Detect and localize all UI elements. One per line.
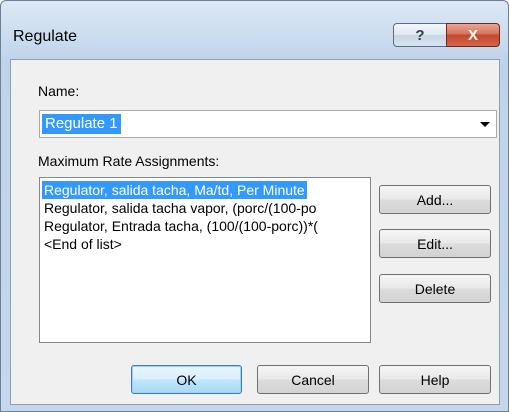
name-combobox[interactable]: Regulate 1 <box>39 110 497 138</box>
title-help-button[interactable]: ? <box>393 23 447 47</box>
list-item[interactable]: Regulator, salida tacha vapor, (porc/(10… <box>42 199 318 217</box>
name-label: Name: <box>38 83 80 99</box>
assignments-listbox[interactable]: Regulator, salida tacha, Ma/td, Per Minu… <box>39 177 371 343</box>
list-item[interactable]: <End of list> <box>42 235 124 253</box>
list-item[interactable]: Regulator, Entrada tacha, (100/(100-porc… <box>42 217 320 235</box>
list-item[interactable]: Regulator, salida tacha, Ma/td, Per Minu… <box>42 181 307 199</box>
question-mark-icon: ? <box>415 26 425 44</box>
dialog-client-area: Name: Regulate 1 Maximum Rate Assignment… <box>10 59 500 405</box>
close-icon: X <box>467 26 478 44</box>
window-title: Regulate <box>13 28 78 45</box>
edit-button[interactable]: Edit... <box>379 229 491 258</box>
ok-button[interactable]: OK <box>131 365 242 394</box>
assignments-label: Maximum Rate Assignments: <box>38 153 220 169</box>
chevron-down-icon[interactable] <box>480 122 490 127</box>
title-bar[interactable]: Regulate ? X <box>1 1 508 57</box>
cancel-button[interactable]: Cancel <box>257 365 369 394</box>
delete-button[interactable]: Delete <box>379 274 491 303</box>
add-button[interactable]: Add... <box>379 185 491 214</box>
regulate-dialog: Regulate ? X Name: Regulate 1 Maximum Ra… <box>0 0 509 412</box>
title-close-button[interactable]: X <box>446 23 500 47</box>
name-combobox-value[interactable]: Regulate 1 <box>42 114 121 134</box>
help-button[interactable]: Help <box>379 365 491 394</box>
